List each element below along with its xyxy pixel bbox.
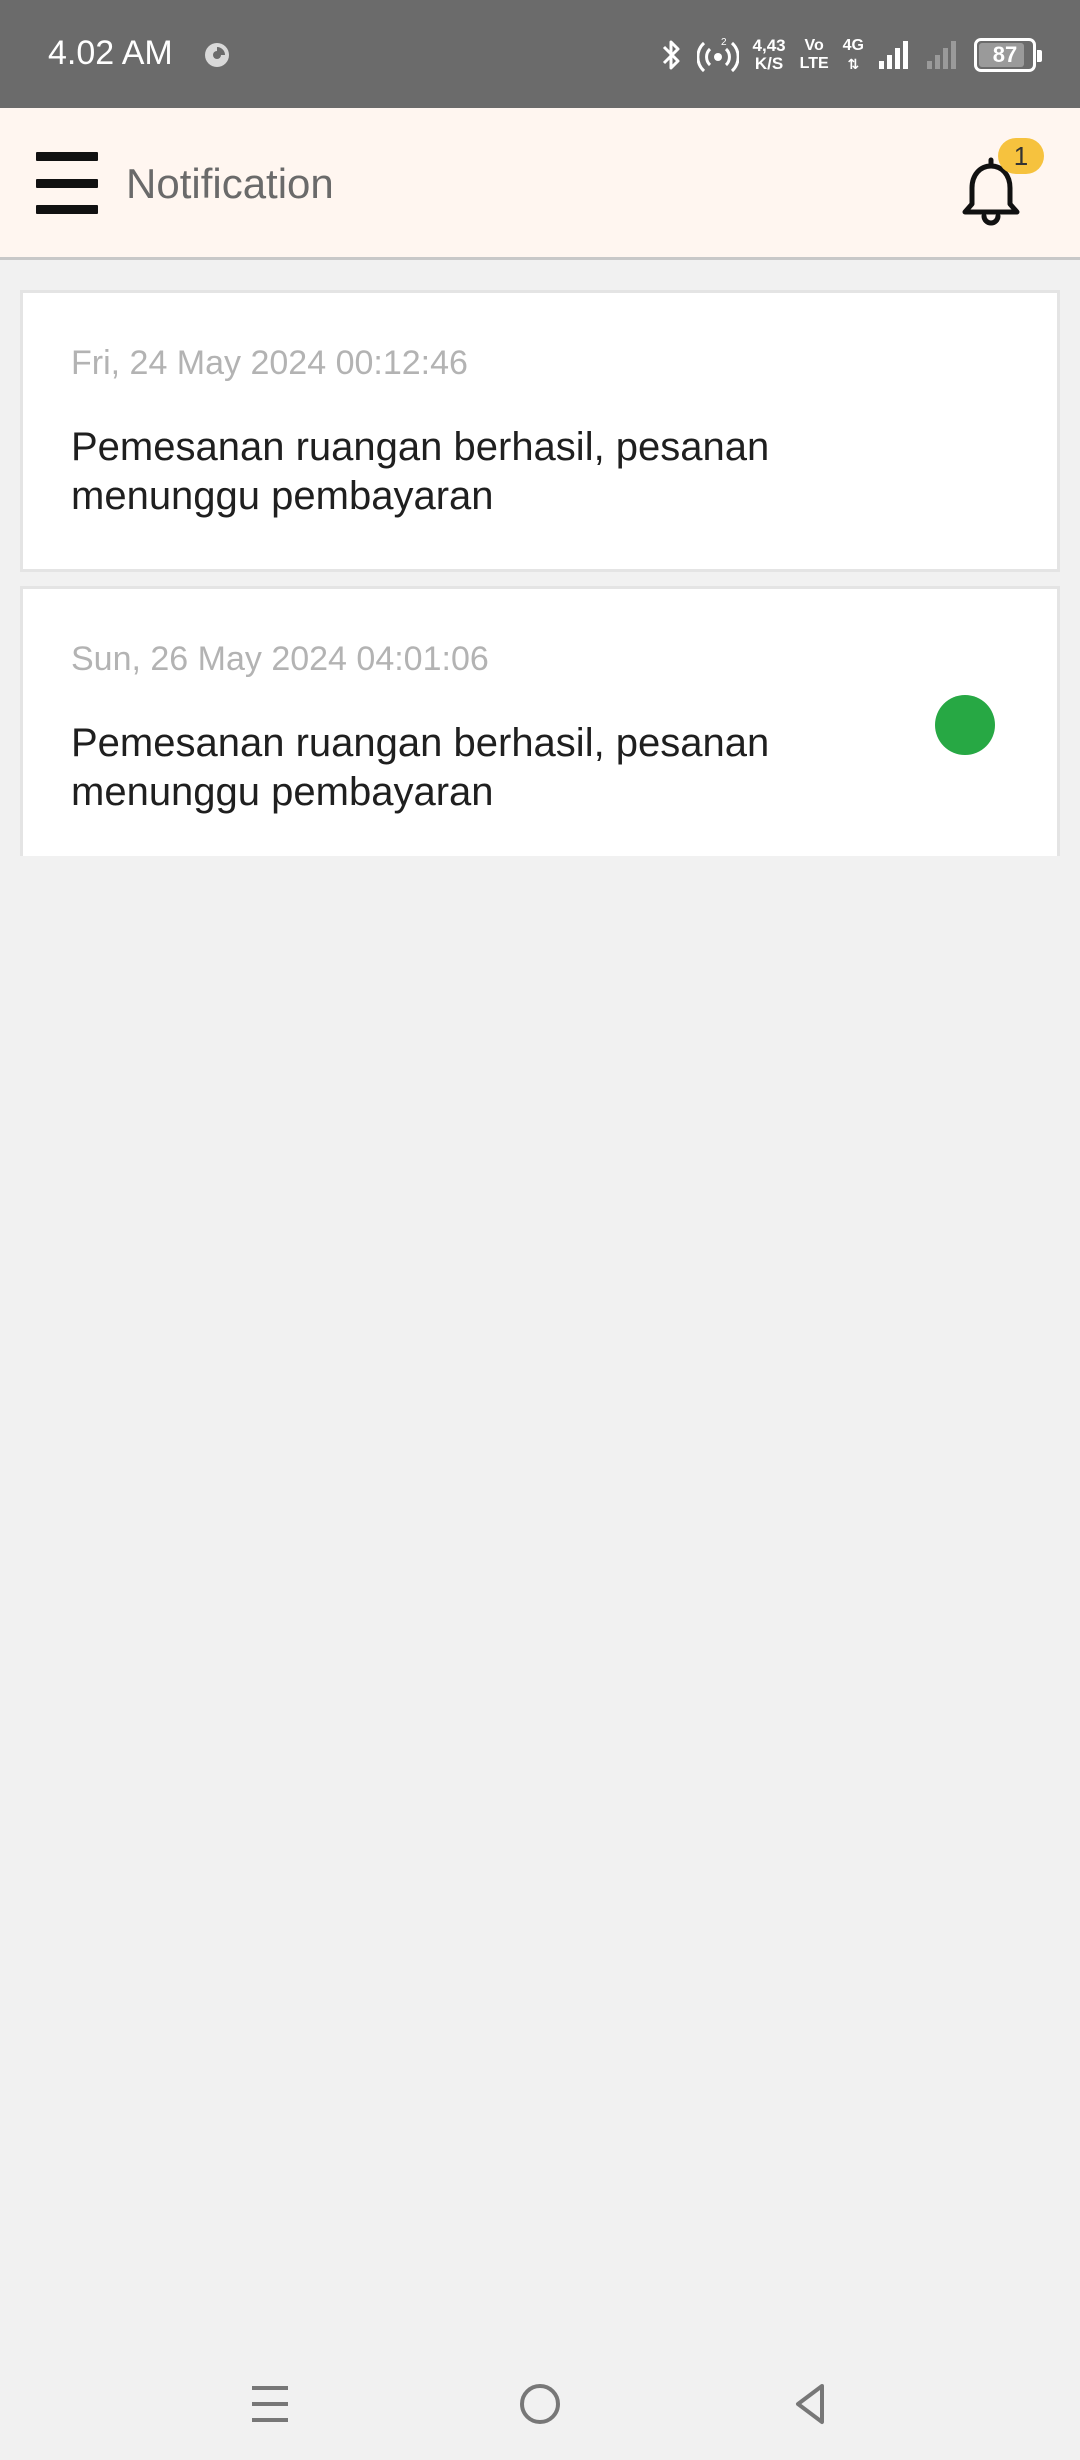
- status-bar: 4.02 AM 2 4,43 K/S Vo LTE 4G ⇅ 87: [0, 0, 1080, 108]
- hotspot-icon: 2: [696, 37, 739, 73]
- status-time: 4.02 AM: [48, 34, 173, 72]
- bluetooth-icon: [662, 40, 680, 70]
- status-icons: 2 4,43 K/S Vo LTE 4G ⇅ 87: [659, 28, 1042, 82]
- system-nav-bar: [0, 2350, 1080, 2460]
- signal-icon: [879, 41, 908, 69]
- recents-icon[interactable]: [238, 2372, 302, 2436]
- battery-level: 87: [992, 42, 1018, 67]
- menu-line: [36, 205, 98, 214]
- notification-date: Fri, 24 May 2024 00:12:46: [71, 344, 468, 382]
- notification-date: Sun, 26 May 2024 04:01:06: [71, 640, 489, 678]
- sync-icon: [205, 43, 229, 67]
- network-speed: 4,43 K/S: [753, 37, 786, 73]
- app-bar: Notification 1: [0, 108, 1080, 260]
- notification-bell-button[interactable]: 1: [950, 138, 1050, 238]
- home-icon[interactable]: [508, 2372, 572, 2436]
- notification-list: Fri, 24 May 2024 00:12:46 Pemesanan ruan…: [20, 290, 1060, 870]
- notification-count-badge: 1: [998, 138, 1044, 174]
- menu-line: [36, 178, 98, 188]
- page-title: Notification: [126, 160, 334, 207]
- back-icon[interactable]: [778, 2372, 842, 2436]
- network-type-indicator: 4G ⇅: [843, 37, 864, 73]
- network-type: 4G: [842, 37, 864, 54]
- battery-icon: 87: [974, 38, 1042, 72]
- network-speed-unit: K/S: [754, 54, 784, 73]
- notification-message: Pemesanan ruangan berhasil, pesanan menu…: [71, 721, 770, 814]
- volte-indicator: Vo LTE: [800, 37, 829, 73]
- network-speed-value: 4,43: [752, 36, 786, 55]
- signal-empty-icon: [927, 41, 956, 69]
- notification-message: Pemesanan ruangan berhasil, pesanan menu…: [71, 425, 770, 518]
- data-arrows-icon: ⇅: [847, 56, 860, 72]
- volte-top: Vo: [804, 37, 824, 54]
- notification-item[interactable]: Sun, 26 May 2024 04:01:06 Pemesanan ruan…: [20, 586, 1060, 856]
- unread-indicator-dot: [935, 695, 995, 755]
- menu-line: [36, 152, 98, 161]
- volte-bottom: LTE: [799, 55, 829, 72]
- notification-item[interactable]: Fri, 24 May 2024 00:12:46 Pemesanan ruan…: [20, 290, 1060, 572]
- hamburger-menu-icon[interactable]: [36, 152, 98, 214]
- svg-text:2: 2: [721, 37, 727, 48]
